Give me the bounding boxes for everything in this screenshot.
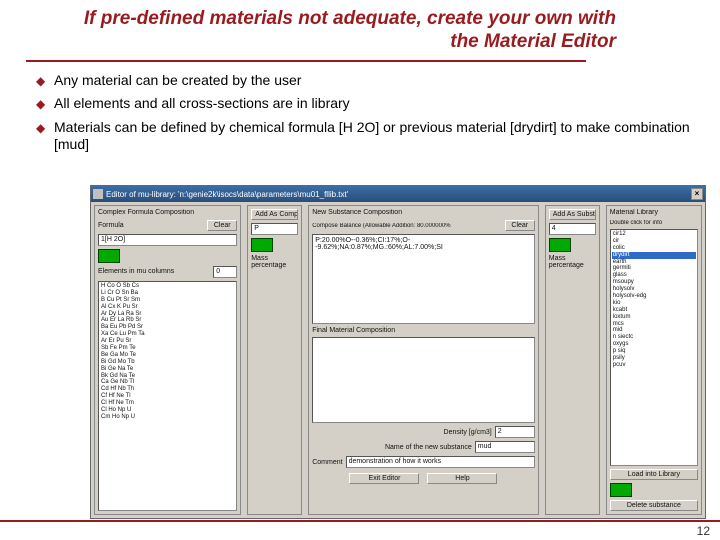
library-item[interactable]: germiti	[612, 265, 696, 272]
element-row[interactable]: Bi Gd Mo Tb	[101, 359, 234, 366]
dialog-titlebar: Editor of mu-library: 'n:\genie2k\isocs\…	[91, 186, 705, 202]
library-item[interactable]: pcuv	[612, 362, 696, 369]
library-item[interactable]: drydirt	[612, 252, 696, 259]
elements-list[interactable]: H Co O Sb CsLi Cr O Sn BaB Cu Pt Sr SmAl…	[98, 281, 237, 511]
footer-rule	[0, 520, 720, 522]
load-library-button[interactable]: Load into Library	[610, 469, 698, 480]
element-row[interactable]: Cl Hf Ne Tm	[101, 400, 234, 407]
library-item[interactable]: p siq	[612, 348, 696, 355]
formula-label: Formula	[98, 222, 124, 229]
library-item[interactable]: earth	[612, 259, 696, 266]
element-row[interactable]: Cl Ho Np U	[101, 407, 234, 414]
density-label: Density [g/cm3]	[312, 429, 492, 436]
element-row[interactable]: Cd Hf Nb Th	[101, 386, 234, 393]
lib-hint: Double click for info	[610, 220, 698, 226]
library-item[interactable]: mid	[612, 327, 696, 334]
library-item[interactable]: colic	[612, 245, 696, 252]
density-input[interactable]: 2	[495, 426, 535, 438]
panel-header: New Substance Composition	[312, 209, 535, 216]
library-item[interactable]: holysolv-edg	[612, 293, 696, 300]
element-row[interactable]: Ba Eu Pb Pd Sr	[101, 324, 234, 331]
element-row[interactable]: Li Cr O Sn Ba	[101, 290, 234, 297]
name-input[interactable]: mud	[475, 441, 535, 453]
panel-add-compound: Add As Compound P Mass percentage	[247, 205, 302, 515]
comment-input[interactable]: demonstration of how it works	[346, 456, 535, 468]
name-label: Name of the new substance	[312, 444, 472, 451]
element-row[interactable]: Bi Ge Na Te	[101, 366, 234, 373]
bullet-list: Any material can be created by the user …	[36, 72, 692, 154]
element-row[interactable]: Au Er La Rb Sr	[101, 317, 234, 324]
material-editor-dialog: Editor of mu-library: 'n:\genie2k\isocs\…	[90, 185, 706, 519]
go-button[interactable]	[610, 483, 632, 497]
element-row[interactable]: H Co O Sb Cs	[101, 283, 234, 290]
bullet-item: Materials can be defined by chemical for…	[36, 119, 692, 154]
panel-material-library: Material Library Double click for info c…	[606, 205, 702, 515]
element-row[interactable]: Sb Fe Pm Te	[101, 345, 234, 352]
mass-label: Mass percentage	[251, 255, 298, 270]
library-item[interactable]: cir12	[612, 231, 696, 238]
substance-value[interactable]: 4	[549, 223, 596, 235]
mass-label: Mass percentage	[549, 255, 596, 270]
delete-substance-button[interactable]: Delete substance	[610, 500, 698, 511]
panel-add-substance: Add As Substance 4 Mass percentage	[545, 205, 600, 515]
library-item[interactable]: loxtum	[612, 314, 696, 321]
page-number: 12	[697, 524, 710, 538]
element-row[interactable]: Bk Gd Na Te	[101, 373, 234, 380]
library-item[interactable]: kio	[612, 300, 696, 307]
bullet-item: All elements and all cross-sections are …	[36, 95, 692, 113]
exit-button[interactable]: Exit Editor	[349, 473, 419, 484]
composition-params[interactable]: P:20.00%O--0.36%;CI:17%;O--9.62%;NA:0.87…	[312, 234, 535, 324]
balance-label: Compose Balance (Allowable Addition: 80.…	[312, 223, 502, 229]
panel-new-substance: New Substance Composition Compose Balanc…	[308, 205, 539, 515]
final-composition[interactable]	[312, 337, 535, 423]
elements-label: Elements in mu columns	[98, 268, 210, 275]
go-button[interactable]	[549, 238, 571, 252]
element-row[interactable]: B Cu Pt Sr Sm	[101, 297, 234, 304]
element-step[interactable]: 0	[213, 266, 237, 278]
clear-button[interactable]: Clear	[505, 220, 535, 231]
library-list[interactable]: cir12circolicdrydirtearthgermitiglassmso…	[610, 229, 698, 466]
help-button[interactable]: Help	[427, 473, 497, 484]
dialog-title: Editor of mu-library: 'n:\genie2k\isocs\…	[106, 190, 691, 199]
library-item[interactable]: psily	[612, 355, 696, 362]
go-button[interactable]	[98, 249, 120, 263]
element-row[interactable]: Xa Ce Lu Pm Ta	[101, 331, 234, 338]
library-item[interactable]: holysolv	[612, 286, 696, 293]
library-item[interactable]: oxygs	[612, 341, 696, 348]
title-underline	[26, 60, 586, 62]
library-item[interactable]: mcs	[612, 321, 696, 328]
library-item[interactable]: glass	[612, 272, 696, 279]
compound-value[interactable]: P	[251, 223, 298, 235]
element-row[interactable]: Ca Ge Nb Tl	[101, 379, 234, 386]
app-icon	[93, 189, 103, 199]
library-item[interactable]: n siectc	[612, 334, 696, 341]
element-row[interactable]: Cm Ho Np U	[101, 414, 234, 421]
element-row[interactable]: Be Ga Mo Te	[101, 352, 234, 359]
element-row[interactable]: Al Cx K Pu Sr	[101, 304, 234, 311]
bullet-item: Any material can be created by the user	[36, 72, 692, 90]
panel-header: Material Library	[610, 209, 698, 216]
comment-label: Comment	[312, 459, 342, 466]
library-item[interactable]: kcabt	[612, 307, 696, 314]
slide-title: If pre-defined materials not adequate, c…	[56, 8, 616, 54]
add-compound-button[interactable]: Add As Compound	[251, 209, 298, 220]
library-item[interactable]: msoupy	[612, 279, 696, 286]
element-row[interactable]: Cf Hf Ne Tl	[101, 393, 234, 400]
close-button[interactable]: ×	[691, 188, 703, 200]
element-row[interactable]: Ar Er Pu Sr	[101, 338, 234, 345]
library-item[interactable]: cir	[612, 238, 696, 245]
final-comp-label: Final Material Composition	[312, 327, 535, 334]
element-row[interactable]: Ar Dy La Ra Sr	[101, 311, 234, 318]
panel-formula: Complex Formula Composition Formula Clea…	[94, 205, 241, 515]
add-substance-button[interactable]: Add As Substance	[549, 209, 596, 220]
formula-input[interactable]: 1[H 2O]	[98, 234, 237, 246]
clear-button[interactable]: Clear	[207, 220, 237, 231]
panel-header: Complex Formula Composition	[98, 209, 237, 216]
go-button[interactable]	[251, 238, 273, 252]
